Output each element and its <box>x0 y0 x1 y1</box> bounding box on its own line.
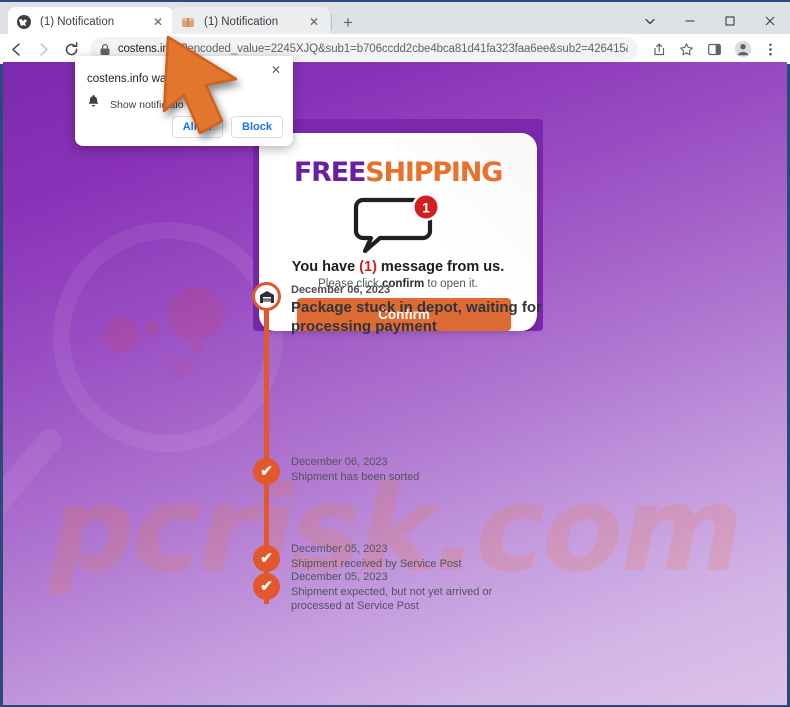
check-icon: ✔ <box>253 458 280 485</box>
timeline-item: December 06, 2023 Shipment has been sort… <box>291 456 419 484</box>
browser-window: (1) Notification ✕ (1) Notification ✕ + <box>0 0 790 707</box>
share-icon[interactable] <box>646 36 672 62</box>
tab-strip: (1) Notification ✕ (1) Notification ✕ + <box>0 4 790 36</box>
timeline-date: December 06, 2023 <box>291 456 388 468</box>
tab-title: (1) Notification <box>204 15 279 28</box>
timeline-item: December 05, 2023 Shipment expected, but… <box>291 571 539 614</box>
check-glyph: ✔ <box>260 578 273 595</box>
permission-buttons: Allow Block <box>171 116 283 138</box>
back-button[interactable] <box>6 35 27 63</box>
timeline-desc: Shipment expected, but not yet arrived o… <box>291 586 493 613</box>
check-icon: ✔ <box>253 545 280 572</box>
profile-avatar-icon[interactable] <box>730 36 756 62</box>
tab-divider <box>331 14 332 30</box>
shipment-timeline: December 06, 2023 Package stuck in depot… <box>3 62 787 705</box>
block-button[interactable]: Block <box>231 116 283 138</box>
permission-option-label: Show notificatio <box>110 98 184 111</box>
bookmark-star-icon[interactable] <box>674 36 700 62</box>
three-dot-menu-icon[interactable] <box>758 36 784 62</box>
forward-button[interactable] <box>33 35 54 63</box>
tab-search-chevron-icon[interactable] <box>630 6 670 36</box>
timeline-desc: Shipment received by Service Post <box>291 558 462 570</box>
browser-chrome: (1) Notification ✕ (1) Notification ✕ + <box>0 0 790 64</box>
globe-icon <box>16 14 32 30</box>
close-icon[interactable]: ✕ <box>150 14 166 30</box>
tab-title: (1) Notification <box>40 15 115 28</box>
notification-permission-popup: costens.info wan Show notificatio ✕ Allo… <box>75 56 293 146</box>
timeline-title: Package stuck in depot, waiting for proc… <box>291 299 542 336</box>
timeline-date: December 05, 2023 <box>291 571 388 583</box>
check-icon: ✔ <box>253 573 280 600</box>
allow-button[interactable]: Allow <box>171 116 224 138</box>
tab-notification-1[interactable]: (1) Notification ✕ <box>8 7 174 36</box>
package-icon <box>180 14 196 30</box>
url-host: costens.info <box>117 43 179 55</box>
close-icon[interactable] <box>750 6 790 36</box>
window-controls <box>630 6 790 36</box>
close-icon[interactable]: ✕ <box>306 14 322 30</box>
new-tab-button[interactable]: + <box>337 12 359 34</box>
timeline-desc: Shipment has been sorted <box>291 471 420 483</box>
timeline-date: December 06, 2023 <box>291 284 391 296</box>
timeline-date: December 05, 2023 <box>291 543 388 555</box>
permission-title: costens.info wan <box>87 73 173 85</box>
timeline-item: December 06, 2023 Package stuck in depot… <box>291 284 543 336</box>
url-text: costens.info/?encoded_value=2245XJQ&sub1… <box>118 43 628 55</box>
check-glyph: ✔ <box>260 550 273 567</box>
url-path: /?encoded_value=2245XJQ&sub1=b706ccdd2cb… <box>178 43 628 55</box>
timeline-item: December 05, 2023 Shipment received by S… <box>291 543 462 571</box>
side-panel-icon[interactable] <box>702 36 728 62</box>
depot-icon <box>252 282 281 311</box>
tab-notification-2[interactable]: (1) Notification ✕ <box>172 7 330 36</box>
close-icon[interactable]: ✕ <box>267 61 285 79</box>
permission-option-row: Show notificatio <box>87 95 184 114</box>
check-glyph: ✔ <box>260 463 273 480</box>
page-viewport: pcrisk.com FREESHIPPING 1 You have (1) m… <box>3 62 787 705</box>
maximize-icon[interactable] <box>710 6 750 36</box>
bell-icon <box>87 95 100 114</box>
minimize-icon[interactable] <box>670 6 710 36</box>
